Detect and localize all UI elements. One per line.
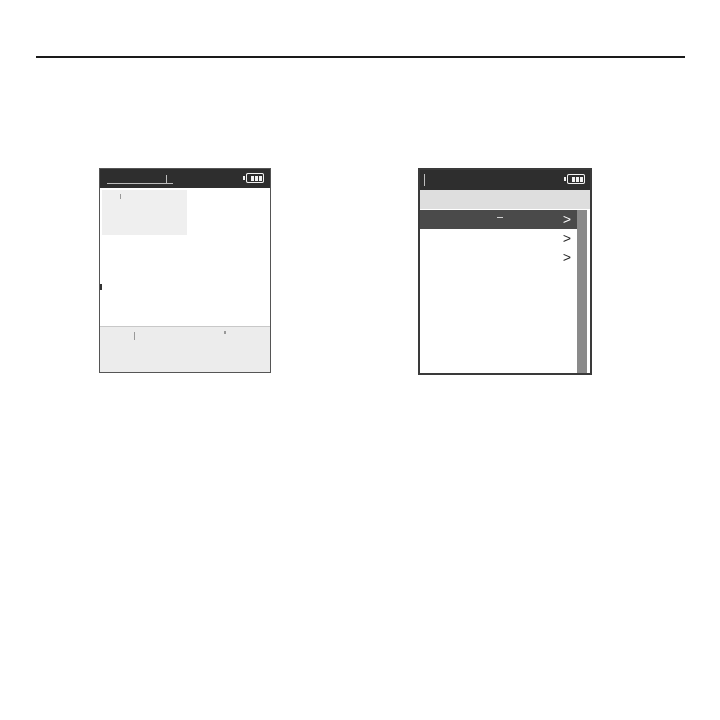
battery-cell	[251, 175, 254, 181]
chevron-right-icon: >	[562, 230, 571, 246]
battery-cell	[580, 176, 583, 182]
device-screen-home	[99, 168, 271, 373]
menu-list: > > >	[420, 210, 578, 267]
info-panel[interactable]	[102, 190, 187, 235]
footer-mark-right	[224, 331, 226, 334]
title-cursor	[166, 175, 167, 184]
scrollbar[interactable]	[577, 210, 587, 373]
battery-cell	[572, 176, 575, 182]
footer-bar[interactable]	[100, 326, 270, 372]
battery-nub	[243, 176, 245, 180]
device-screen-menu: > > >	[418, 168, 592, 375]
battery-icon	[564, 174, 585, 184]
footer-mark-left	[134, 332, 135, 340]
menu-item[interactable]: >	[420, 210, 578, 229]
status-bar	[100, 169, 270, 188]
battery-cell	[576, 176, 579, 182]
menu-header	[420, 190, 590, 209]
chevron-right-icon: >	[562, 249, 571, 265]
text-cursor	[424, 174, 425, 186]
menu-item[interactable]: >	[420, 248, 578, 267]
battery-cell	[259, 175, 262, 181]
battery-icon	[243, 173, 264, 183]
status-bar	[420, 170, 590, 190]
menu-item-dash	[497, 217, 503, 218]
top-divider	[36, 56, 685, 58]
battery-nub	[564, 177, 566, 181]
battery-cell	[255, 175, 258, 181]
panel-mark	[120, 194, 121, 199]
menu-item[interactable]: >	[420, 229, 578, 248]
chevron-right-icon: >	[562, 211, 571, 227]
side-indicator	[100, 284, 102, 290]
title-underline	[107, 183, 173, 184]
